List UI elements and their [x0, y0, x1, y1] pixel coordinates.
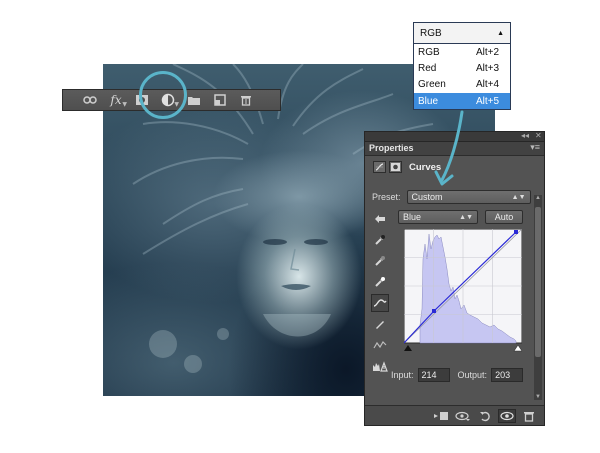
- tab-properties[interactable]: Properties: [369, 143, 414, 153]
- preset-row: Preset: Custom ▲▼: [372, 190, 531, 204]
- white-slider-icon[interactable]: [513, 344, 522, 352]
- properties-panel: ◂◂ ✕ Properties ▾≡ Curves Preset: Custom…: [364, 131, 545, 426]
- gray-point-eyedropper-icon[interactable]: [371, 252, 389, 270]
- curve-point[interactable]: [514, 230, 518, 234]
- scroll-thumb[interactable]: [535, 207, 541, 357]
- panel-bottom-bar: [365, 405, 544, 425]
- panel-tab-bar: Properties ▾≡: [365, 142, 544, 156]
- preset-select[interactable]: Custom ▲▼: [406, 190, 531, 204]
- preset-value: Custom: [411, 192, 443, 202]
- menu-item-label: Red: [418, 62, 437, 74]
- input-label: Input:: [391, 370, 414, 380]
- menu-item-shortcut: Alt+4: [476, 79, 500, 91]
- scroll-down-icon[interactable]: ▼: [534, 394, 542, 400]
- menu-item-label: Blue: [418, 95, 439, 107]
- pencil-draw-icon[interactable]: [371, 315, 389, 333]
- curves-header: Curves: [373, 161, 441, 173]
- collapse-icon[interactable]: ◂◂: [521, 131, 529, 140]
- menu-item-shortcut: Alt+3: [476, 62, 500, 74]
- up-down-arrows-icon: ▲▼: [459, 213, 473, 221]
- panel-menu-icon[interactable]: ▾≡: [530, 142, 540, 153]
- fx-icon[interactable]: fx ▼: [105, 91, 127, 109]
- on-image-adjust-icon[interactable]: [371, 210, 389, 228]
- menu-item-label: RGB: [418, 46, 440, 58]
- clipping-warning-icon[interactable]: [371, 357, 389, 375]
- adjustment-title: Curves: [409, 161, 442, 173]
- auto-button[interactable]: Auto: [485, 210, 523, 224]
- curve-point[interactable]: [432, 309, 436, 313]
- menu-item-green[interactable]: Green Alt+4: [414, 77, 510, 93]
- channel-current-label: RGB: [420, 27, 442, 39]
- black-point-eyedropper-icon[interactable]: [371, 231, 389, 249]
- clip-to-layer-icon[interactable]: [432, 409, 450, 423]
- visibility-icon[interactable]: [498, 408, 516, 423]
- trash-icon[interactable]: [235, 91, 257, 109]
- black-slider-icon[interactable]: [404, 345, 412, 351]
- curves-graph[interactable]: [404, 229, 522, 355]
- up-down-arrows-icon: ▲: [497, 29, 504, 37]
- curve-edit-icon[interactable]: [371, 294, 389, 312]
- highlight-circle-adjustment: [139, 71, 187, 119]
- reset-icon[interactable]: [476, 409, 494, 423]
- preset-label: Preset:: [372, 192, 401, 202]
- input-output-row: Input: 214 Output: 203: [391, 368, 531, 382]
- menu-item-shortcut: Alt+5: [476, 95, 500, 107]
- panel-titlebar[interactable]: ◂◂ ✕: [365, 131, 544, 142]
- delete-icon[interactable]: [520, 409, 538, 423]
- output-field[interactable]: 203: [491, 368, 524, 382]
- menu-item-red[interactable]: Red Alt+3: [414, 60, 510, 76]
- channel-dropdown-header[interactable]: RGB ▲: [414, 23, 510, 44]
- input-field[interactable]: 214: [417, 368, 450, 382]
- menu-item-label: Green: [418, 79, 446, 91]
- menu-item-rgb[interactable]: RGB Alt+2: [414, 44, 510, 60]
- smooth-icon[interactable]: [371, 336, 389, 354]
- channel-value: Blue: [403, 212, 422, 222]
- layer-mask-icon[interactable]: [389, 161, 402, 173]
- curves-adjustment-icon[interactable]: [373, 161, 386, 173]
- channel-dropdown-menu[interactable]: RGB ▲ RGB Alt+2 Red Alt+3 Green Alt+4 Bl…: [413, 22, 511, 110]
- white-point-eyedropper-icon[interactable]: [371, 273, 389, 291]
- menu-item-blue[interactable]: Blue Alt+5: [414, 92, 510, 110]
- new-layer-icon[interactable]: [209, 91, 231, 109]
- close-icon[interactable]: ✕: [535, 131, 542, 140]
- menu-item-shortcut: Alt+2: [476, 46, 500, 58]
- scroll-up-icon[interactable]: ▲: [534, 195, 542, 201]
- up-down-arrows-icon: ▲▼: [511, 193, 526, 201]
- output-label: Output:: [457, 370, 488, 380]
- link-icon[interactable]: [79, 91, 101, 109]
- panel-scrollbar[interactable]: ▲ ▼: [534, 195, 542, 400]
- curves-tool-column: [371, 210, 389, 378]
- channel-select[interactable]: Blue ▲▼: [398, 210, 478, 224]
- view-previous-icon[interactable]: [454, 409, 472, 423]
